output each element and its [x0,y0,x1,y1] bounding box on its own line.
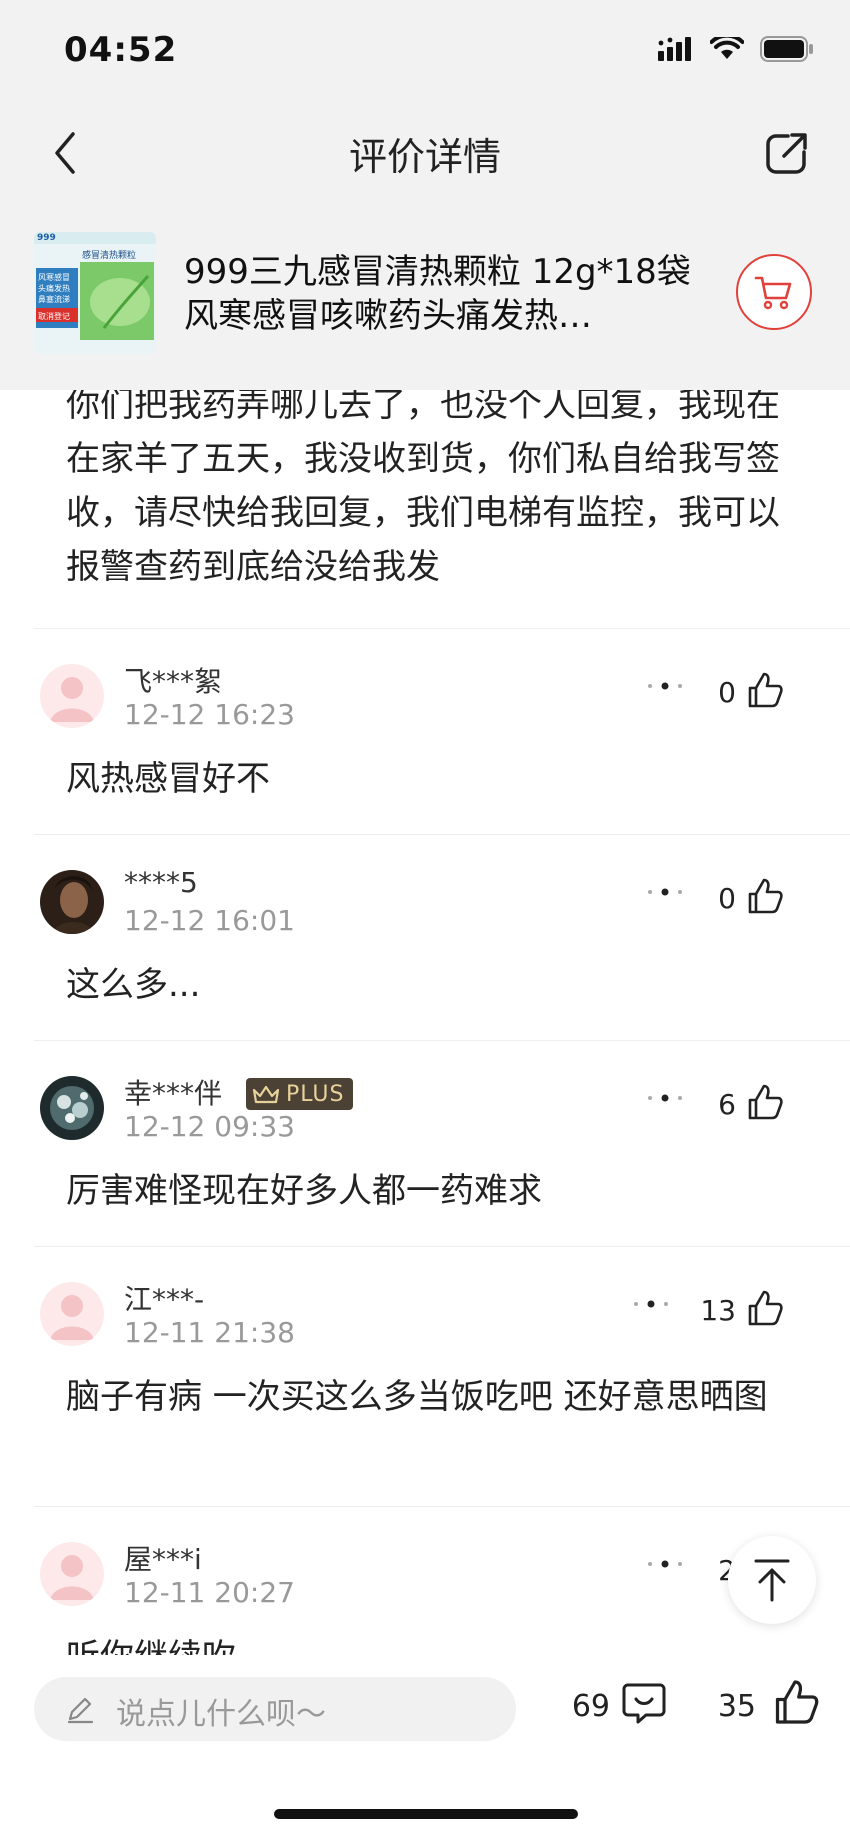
crown-icon [252,1085,280,1104]
divider [34,1246,850,1247]
battery-icon [760,36,813,62]
comment-like-count: 13 [700,1294,736,1327]
product-image-name: 感冒清热颗粒 [82,251,137,261]
thumbs-up-icon[interactable] [744,876,784,916]
total-like-count: 35 [717,1689,756,1724]
comment-text: 风热感冒好不 [66,759,270,799]
back-button[interactable] [40,128,90,178]
comment-feed[interactable]: 你们把我药弄哪儿去了，也没个人回复，我现在在家羊了五天，我没收到货，你们私自给我… [0,390,850,1655]
thumbs-up-icon[interactable] [744,1082,784,1122]
product-title[interactable]: 999三九感冒清热颗粒 12g*18袋风寒感冒咳嗽药头痛发热… [184,250,694,338]
comment-time: 12-12 09:33 [124,1110,295,1143]
comment-like-count: 6 [718,1088,736,1121]
comment-text: 厉害难怪现在好多人都一药难求 [66,1171,542,1211]
product-image-brand: 999 [37,233,56,243]
thumbs-up-icon[interactable] [744,670,784,710]
comment-time: 12-12 16:23 [124,698,295,731]
bottom-action-bar: 说点儿什么呗～ 69 35 [0,1655,850,1839]
comment-time: 12-12 16:01 [124,904,295,937]
comment-username[interactable]: 江***- [124,1278,204,1318]
comment-text: 听你继续吹 [66,1630,796,1655]
comment-like-count: 2 [718,1554,736,1587]
back-arrow-icon [55,132,75,174]
comment-username[interactable]: ****5 [124,866,198,899]
share-icon [766,133,807,174]
thumbs-up-icon[interactable] [770,1677,820,1727]
share-button[interactable] [762,128,812,178]
plus-label: PLUS [286,1081,345,1107]
product-image-lines: 风寒感冒 头痛发热 鼻塞流涕 [38,273,70,304]
shopping-cart-icon [754,276,792,310]
comment-time: 12-11 21:38 [124,1316,295,1349]
status-icons [658,36,814,62]
comment-count: 69 [571,1689,610,1724]
thumbs-up-icon[interactable] [744,1288,784,1328]
avatar[interactable] [40,1542,104,1606]
product-image-badge: 取消登记 [38,312,70,321]
status-time: 04:52 [64,30,178,70]
scroll-to-top-button[interactable] [728,1536,816,1624]
comment-input[interactable]: 说点儿什么呗～ [34,1677,516,1741]
product-card[interactable]: 999 感冒清热颗粒 风寒感冒 头痛发热 鼻塞流涕 取消登记 999三九感冒清热… [0,230,850,390]
avatar[interactable] [40,1076,104,1140]
comment-username[interactable]: 飞***絮 [124,660,222,700]
wifi-icon [710,37,744,59]
avatar[interactable] [40,870,104,934]
divider [34,1040,850,1041]
avatar[interactable] [40,664,104,728]
avatar[interactable] [40,1282,104,1346]
comment-like-count: 0 [718,882,736,915]
status-bar: 04:52 [0,0,850,100]
divider [34,834,850,835]
add-to-cart-button[interactable] [736,254,812,330]
divider [34,1506,850,1507]
comment-text: 这么多... [66,965,201,1005]
comment-input-placeholder: 说点儿什么呗～ [116,1697,326,1732]
divider [34,628,850,629]
review-text: 你们把我药弄哪儿去了，也没个人回复，我现在在家羊了五天，我没收到货，你们私自给我… [66,390,780,587]
comment-time: 12-11 20:27 [124,1576,295,1609]
signal-icon [658,37,691,61]
comment-username[interactable]: 屋***i [124,1538,202,1578]
home-indicator[interactable] [274,1809,578,1819]
comment-icon[interactable] [620,1679,668,1727]
product-image[interactable]: 999 感冒清热颗粒 风寒感冒 头痛发热 鼻塞流涕 取消登记 [34,232,156,354]
plus-member-badge: PLUS [246,1078,353,1110]
comment-username[interactable]: 幸***伴 [124,1072,222,1112]
nav-bar: 评价详情 [0,100,850,230]
pencil-icon [67,1697,94,1724]
comment-text: 脑子有病 一次买这么多当饭吃吧 还好意思晒图 [66,1377,768,1417]
comment-like-count: 0 [718,676,736,709]
arrow-up-icon [754,1559,790,1602]
page-title: 评价详情 [348,135,501,179]
